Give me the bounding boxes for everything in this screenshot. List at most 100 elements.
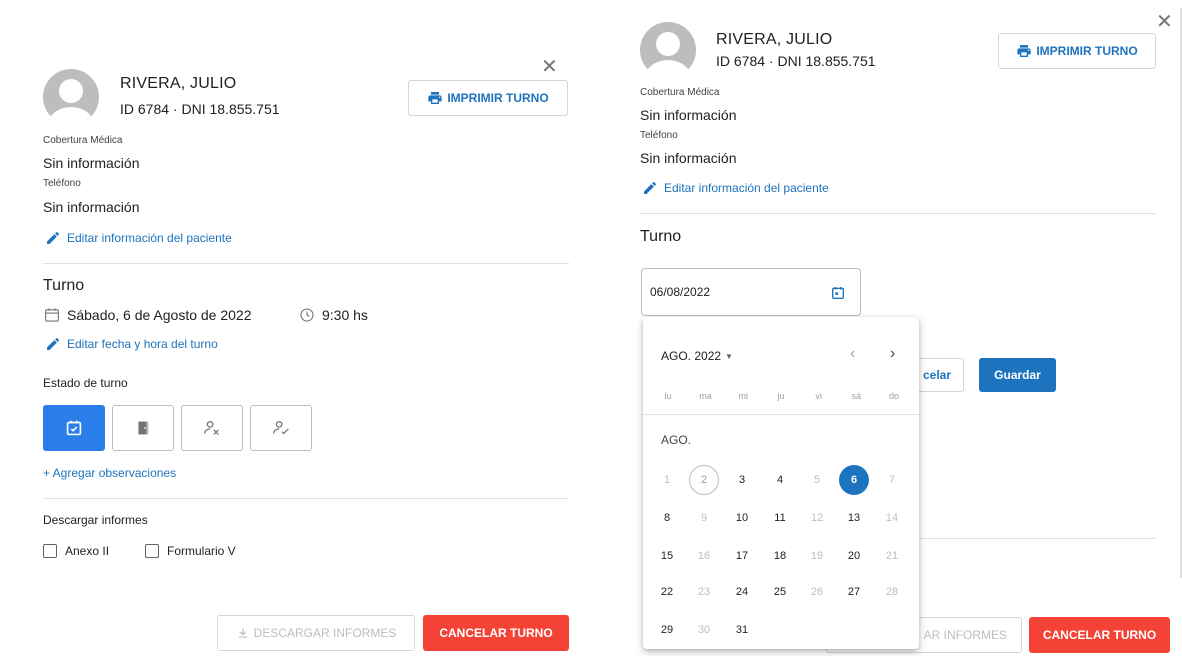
edit-datetime-label: Editar fecha y hora del turno [67,337,218,351]
calendar-day[interactable]: 5 [802,465,832,495]
calendar-day[interactable]: 28 [877,577,907,607]
calendar-day[interactable]: 31 [727,615,757,645]
checkbox-formulario[interactable]: Formulario V [145,544,236,558]
checkbox-label: Anexo II [65,544,110,558]
calendar-day[interactable]: 15 [652,541,682,571]
month-year-label: AGO. 2022 [661,349,722,363]
weekday-header: lu ma mi ju vi sá do [649,391,913,401]
print-appointment-button[interactable]: IMPRIMIR TURNO [998,33,1156,69]
calendar-day[interactable]: 7 [877,465,907,495]
calendar-day[interactable]: 19 [802,541,832,571]
calendar-day[interactable]: 11 [765,503,795,533]
status-absent-button[interactable] [181,405,243,451]
calendar-day[interactable]: 9 [689,503,719,533]
download-icon [238,628,247,638]
weekday-label: do [888,391,899,401]
close-icon[interactable]: ✕ [1156,12,1173,32]
calendar-day[interactable]: 24 [727,577,757,607]
avatar [43,69,99,125]
caret-down-icon: ▼ [725,351,733,361]
turno-title: Turno [640,228,682,245]
checkbox[interactable] [43,544,57,558]
calendar-icon [45,308,59,322]
avatar [640,22,696,78]
coverage-value: Sin información [43,155,140,171]
calendar-day[interactable]: 10 [727,503,757,533]
calendar-day[interactable]: 30 [689,615,719,645]
add-observations-link[interactable]: + Agregar observaciones [43,466,176,480]
download-reports-button[interactable]: DESCARGAR INFORMES [217,615,415,651]
coverage-label: Cobertura Médica [640,87,720,98]
appointment-time: 9:30 hs [298,306,368,324]
phone-label: Teléfono [640,130,678,141]
print-label: IMPRIMIR TURNO [1036,44,1138,58]
calendar-check-icon [66,420,82,436]
edit-patient-label: Editar información del paciente [664,181,829,195]
edit-patient-link[interactable]: Editar información del paciente [45,230,232,246]
calendar-icon[interactable] [830,285,846,301]
month-year-selector[interactable]: AGO. 2022 ▼ [661,349,733,363]
status-attended-button[interactable] [250,405,312,451]
calendar-day[interactable]: 26 [802,577,832,607]
add-observations-label: + Agregar observaciones [43,466,177,480]
calendar-day[interactable]: 22 [652,577,682,607]
chevron-left-icon[interactable]: ‹ [850,345,855,363]
calendar-day[interactable]: 8 [652,503,682,533]
calendar-day[interactable]: 13 [839,503,869,533]
printer-icon [428,92,442,104]
weekday-label: ju [777,391,785,401]
cancel-label: CANCELAR TURNO [439,626,553,640]
printer-icon [1017,45,1031,57]
edit-datetime-link[interactable]: Editar fecha y hora del turno [45,336,218,352]
calendar-day[interactable]: 1 [652,465,682,495]
edit-patient-link[interactable]: Editar información del paciente [642,180,829,196]
appointment-time-text: 9:30 hs [322,307,368,323]
calendar-day[interactable]: 18 [765,541,795,571]
print-appointment-button[interactable]: IMPRIMIR TURNO [408,80,568,116]
calendar-day[interactable]: 2 [689,465,719,495]
date-picker-popup: AGO. 2022 ▼ ‹ › lu ma mi ju vi sá do AGO… [643,317,919,649]
clock-icon [300,308,314,322]
calendar-day[interactable]: 12 [802,503,832,533]
status-scheduled-button[interactable] [43,405,105,451]
checkbox[interactable] [145,544,159,558]
status-in-office-button[interactable] [112,405,174,451]
cancel-appointment-button[interactable]: CANCELAR TURNO [1029,617,1170,653]
close-icon[interactable]: ✕ [541,57,558,77]
calendar-day[interactable]: 21 [877,541,907,571]
calendar-day[interactable]: 14 [877,503,907,533]
divider [43,498,569,499]
calendar-day[interactable]: 16 [689,541,719,571]
chevron-right-icon[interactable]: › [890,345,895,363]
appointment-panel-view: ✕ RIVERA, JULIO ID 6784 · DNI 18.855.751… [0,0,600,656]
appointment-date-text: Sábado, 6 de Agosto de 2022 [67,307,252,323]
download-label: DESCARGAR INFORMES [253,626,397,640]
calendar-day[interactable]: 20 [839,541,869,571]
calendar-day[interactable]: 25 [765,577,795,607]
date-input[interactable]: 06/08/2022 [641,268,861,316]
turno-title: Turno [43,277,85,294]
calendar-day[interactable]: 27 [839,577,869,607]
divider [43,263,569,264]
patient-id: ID 6784 · DNI 18.855.751 [120,101,280,117]
calendar-day[interactable]: 3 [727,465,757,495]
save-button[interactable]: Guardar [979,358,1056,392]
door-icon [138,421,149,435]
calendar-day[interactable]: 23 [689,577,719,607]
cancel-label: CANCELAR TURNO [1042,628,1157,642]
cancel-appointment-button[interactable]: CANCELAR TURNO [423,615,569,651]
calendar-day[interactable]: 29 [652,615,682,645]
weekday-label: mi [738,391,748,401]
cancel-edit-label: celar [922,368,951,382]
checkbox-label: Formulario V [167,544,236,558]
calendar-day[interactable]: 4 [765,465,795,495]
calendar-day[interactable]: 17 [727,541,757,571]
weekday-label: vi [815,391,822,401]
month-label: AGO. [661,433,692,447]
coverage-value: Sin información [640,107,737,123]
calendar-day[interactable]: 6 [839,465,869,495]
print-label: IMPRIMIR TURNO [447,91,549,105]
pencil-icon [47,231,60,244]
phone-value: Sin información [43,199,140,215]
checkbox-anexo[interactable]: Anexo II [43,544,109,558]
